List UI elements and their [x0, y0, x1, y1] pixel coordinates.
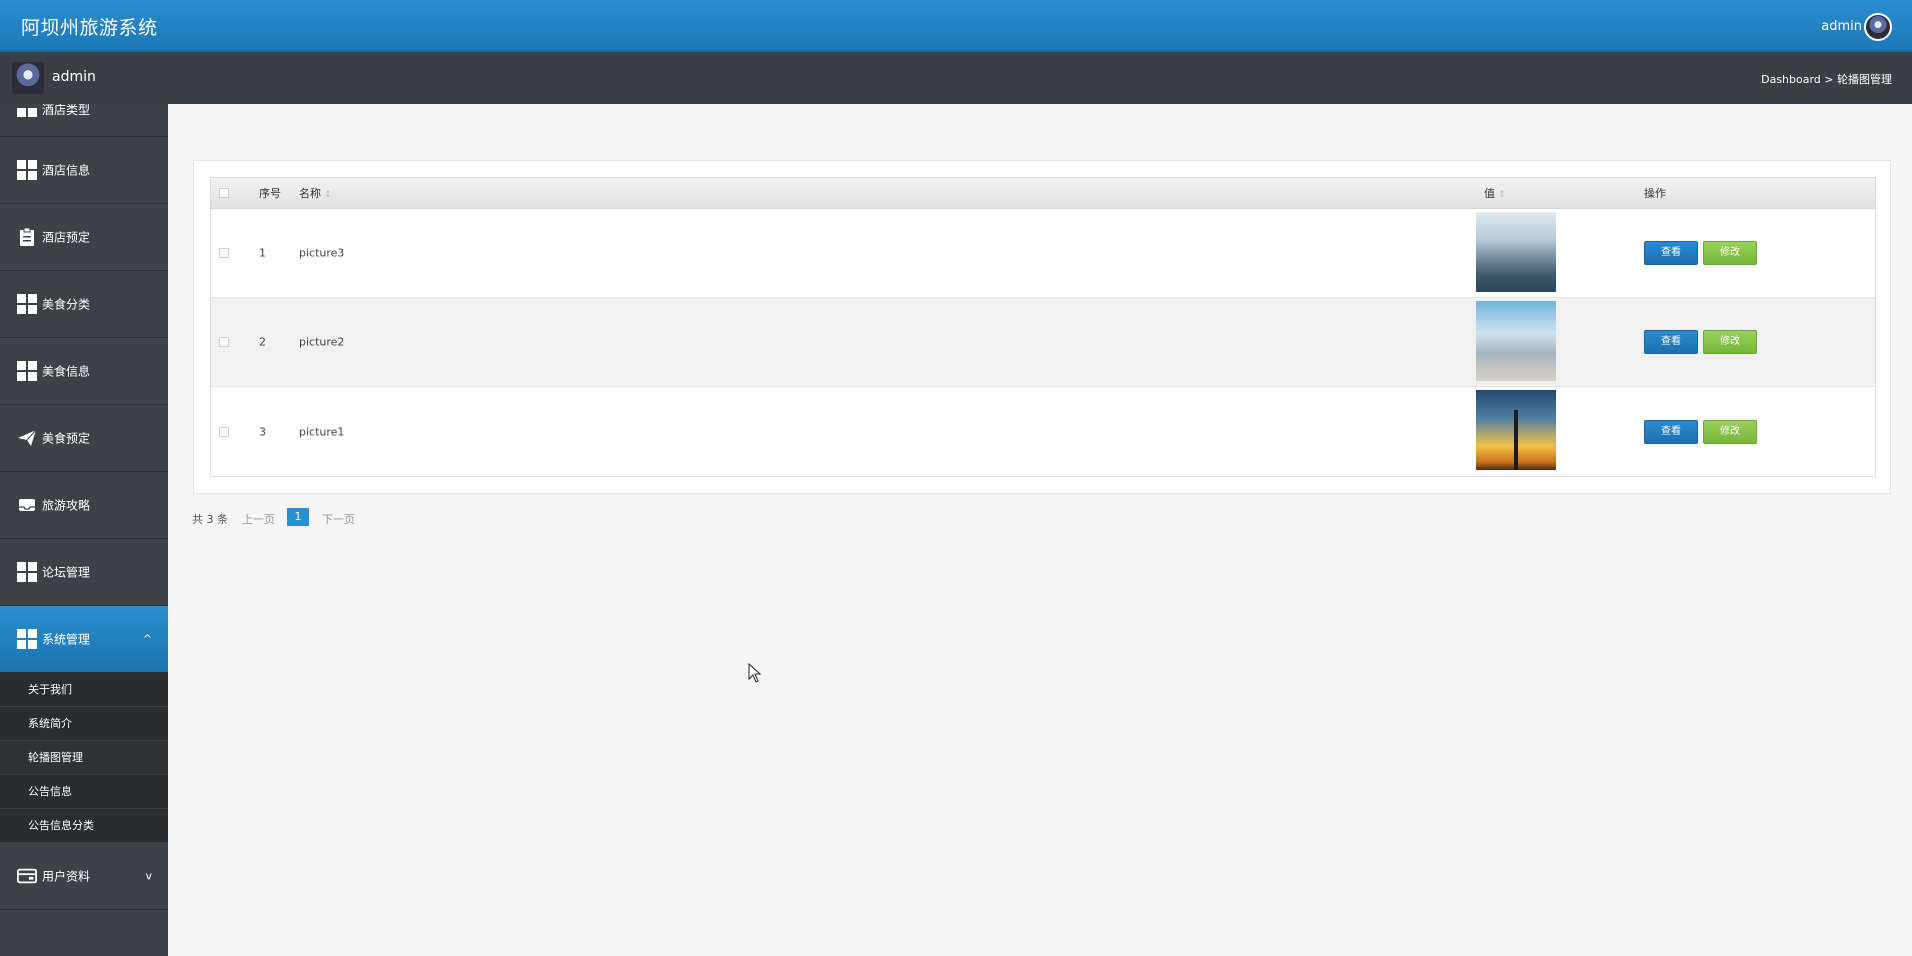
table-row: 3 picture1 查看 修改 [211, 387, 1875, 476]
grid-icon [17, 562, 37, 582]
row-index: 1 [259, 246, 266, 260]
top-header: 阿坝州旅游系统 admin [0, 0, 1912, 52]
sidebar-item-label: 美食预定 [42, 431, 91, 446]
row-checkbox[interactable] [219, 248, 229, 258]
row-index: 2 [259, 335, 266, 349]
view-button[interactable]: 查看 [1644, 419, 1698, 444]
next-page-button[interactable]: 下一页 [322, 511, 355, 527]
sidebar-item-food-info[interactable]: 美食信息 [0, 338, 168, 405]
carousel-image [1476, 212, 1556, 292]
view-button[interactable]: 查看 [1644, 241, 1698, 265]
table-row: 2 picture2 查看 修改 [211, 298, 1875, 387]
sidebar-item-user-profile[interactable]: 用户资料 v [0, 843, 168, 910]
carousel-image [1476, 390, 1556, 470]
submenu-item-about[interactable]: 关于我们 [0, 673, 168, 707]
clipboard-icon [20, 227, 34, 246]
total-count: 共 3 条 [192, 513, 228, 526]
grid-icon [17, 361, 37, 381]
app-title: 阿坝州旅游系统 [21, 17, 158, 39]
sidebar-item-hotel-booking[interactable]: 酒店预定 [0, 204, 168, 271]
content-panel: 序号 名称 ⇕ 值 ⇕ 操作 1 picture3 查看 修改 2 picture2… [193, 160, 1891, 494]
sidebar-item-travel-guide[interactable]: 旅游攻略 [0, 472, 168, 539]
submenu-item-notice[interactable]: 公告信息 [0, 775, 168, 809]
sidebar-item-label: 系统管理 [42, 632, 91, 647]
row-index: 3 [259, 425, 266, 438]
sidebar: 酒店类型 酒店信息 酒店预定 美食分类 美食信息 美食预定 旅游攻略 论坛管理 … [0, 104, 168, 956]
edit-button[interactable]: 修改 [1703, 419, 1757, 444]
sidebar-item-label: 旅游攻略 [42, 498, 91, 513]
edit-button[interactable]: 修改 [1703, 241, 1757, 265]
row-name: picture3 [299, 246, 345, 260]
sidebar-avatar [12, 62, 44, 94]
row-name: picture1 [299, 425, 345, 438]
sidebar-item-forum[interactable]: 论坛管理 [0, 539, 168, 606]
carousel-image [1476, 301, 1556, 381]
header-actions: 操作 [1644, 187, 1666, 200]
header-avatar[interactable] [1864, 13, 1892, 41]
sidebar-username: admin [52, 69, 96, 85]
prev-page-button[interactable]: 上一页 [242, 511, 275, 527]
sidebar-item-label: 酒店预定 [42, 230, 91, 245]
sidebar-submenu: 关于我们 系统简介 轮播图管理 公告信息 公告信息分类 [0, 673, 168, 843]
submenu-item-notice-category[interactable]: 公告信息分类 [0, 809, 168, 843]
select-all-checkbox[interactable] [219, 188, 229, 198]
row-name: picture2 [299, 335, 345, 349]
sidebar-item-label: 美食信息 [42, 364, 91, 379]
page-number-button[interactable]: 1 [287, 508, 309, 526]
submenu-item-carousel[interactable]: 轮播图管理 [0, 741, 168, 775]
mouse-cursor-icon [748, 663, 762, 683]
sidebar-item-label: 美食分类 [42, 297, 91, 312]
table-row: 1 picture3 查看 修改 [211, 209, 1875, 298]
sort-icon[interactable]: ⇕ [324, 190, 332, 200]
carousel-table: 序号 名称 ⇕ 值 ⇕ 操作 1 picture3 查看 修改 2 picture2… [210, 177, 1876, 477]
grid-icon [17, 294, 37, 314]
grid-icon [17, 629, 37, 649]
breadcrumb: Dashboard > 轮播图管理 [1761, 73, 1892, 86]
row-checkbox[interactable] [219, 337, 229, 347]
sidebar-item-system[interactable]: 系统管理 ^ [0, 606, 168, 673]
header-index: 序号 [259, 187, 281, 200]
sidebar-item-label: 论坛管理 [42, 565, 91, 580]
submenu-item-intro[interactable]: 系统简介 [0, 707, 168, 741]
card-icon [17, 868, 37, 884]
user-bar: admin Dashboard > 轮播图管理 [0, 52, 1912, 104]
edit-button[interactable]: 修改 [1703, 330, 1757, 354]
table-header: 序号 名称 ⇕ 值 ⇕ 操作 [211, 178, 1875, 209]
sidebar-item-label: 酒店信息 [42, 163, 91, 178]
header-value-label: 值 [1484, 187, 1495, 200]
grid-icon [17, 160, 37, 180]
chevron-up-icon: ^ [142, 632, 152, 646]
chevron-down-icon: v [145, 869, 152, 883]
header-username[interactable]: admin [1821, 19, 1862, 34]
sort-icon[interactable]: ⇕ [1498, 190, 1506, 200]
row-checkbox[interactable] [219, 426, 229, 437]
paper-plane-icon [18, 429, 37, 446]
sidebar-item-label: 用户资料 [42, 869, 91, 884]
header-name-label: 名称 [299, 187, 321, 200]
header-value[interactable]: 值 ⇕ [1484, 185, 1506, 201]
header-name[interactable]: 名称 ⇕ [299, 185, 332, 201]
view-button[interactable]: 查看 [1644, 330, 1698, 354]
sidebar-item-label: 酒店类型 [42, 104, 91, 117]
sidebar-item-food-booking[interactable]: 美食预定 [0, 405, 168, 472]
grid-icon [17, 108, 37, 118]
sidebar-item-hotel-type[interactable]: 酒店类型 [0, 104, 168, 137]
sidebar-item-hotel-info[interactable]: 酒店信息 [0, 137, 168, 204]
inbox-icon [19, 499, 35, 511]
sidebar-item-food-category[interactable]: 美食分类 [0, 271, 168, 338]
